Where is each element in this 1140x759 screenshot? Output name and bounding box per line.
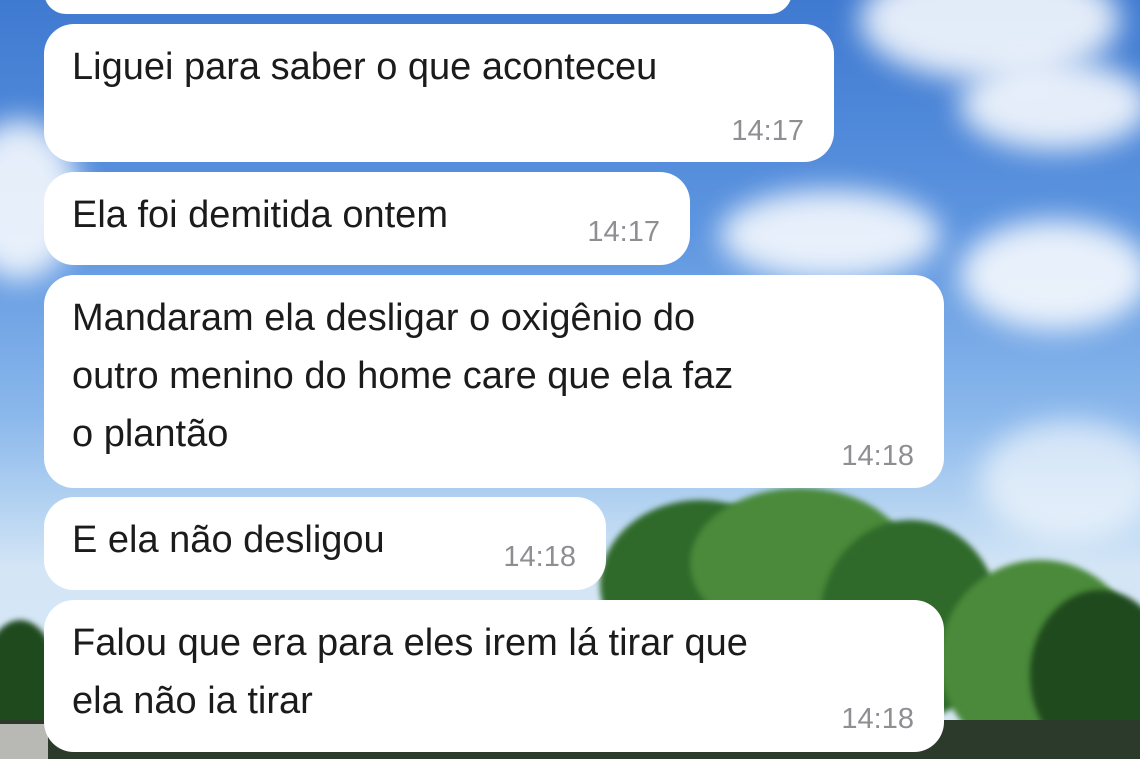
message-timestamp: 14:18: [841, 703, 914, 735]
message-text: E ela não desligou: [72, 519, 385, 561]
message-text: Liguei para saber o que aconteceu: [72, 46, 658, 88]
message-timestamp: 14:18: [841, 440, 914, 472]
message-bubble[interactable]: E ela não desligou 14:18: [44, 497, 606, 590]
message-text: Mandaram ela desligar o oxigênio do outr…: [72, 297, 734, 455]
message-timestamp: 14:18: [503, 541, 576, 573]
message-timestamp: 14:17: [731, 115, 804, 147]
message-bubble[interactable]: Mandaram ela desligar o oxigênio do outr…: [44, 275, 944, 488]
message-text: Falou que era para eles irem lá tirar qu…: [72, 622, 748, 722]
message-timestamp: 14:17: [587, 216, 660, 248]
chat-thread: Liguei para saber o que aconteceu 14:17 …: [0, 0, 1140, 759]
message-bubble[interactable]: Liguei para saber o que aconteceu 14:17: [44, 24, 834, 162]
message-bubble-partial: [44, 0, 792, 14]
message-text: Ela foi demitida ontem: [72, 194, 448, 236]
message-bubble[interactable]: Falou que era para eles irem lá tirar qu…: [44, 600, 944, 752]
message-bubble[interactable]: Ela foi demitida ontem 14:17: [44, 172, 690, 265]
